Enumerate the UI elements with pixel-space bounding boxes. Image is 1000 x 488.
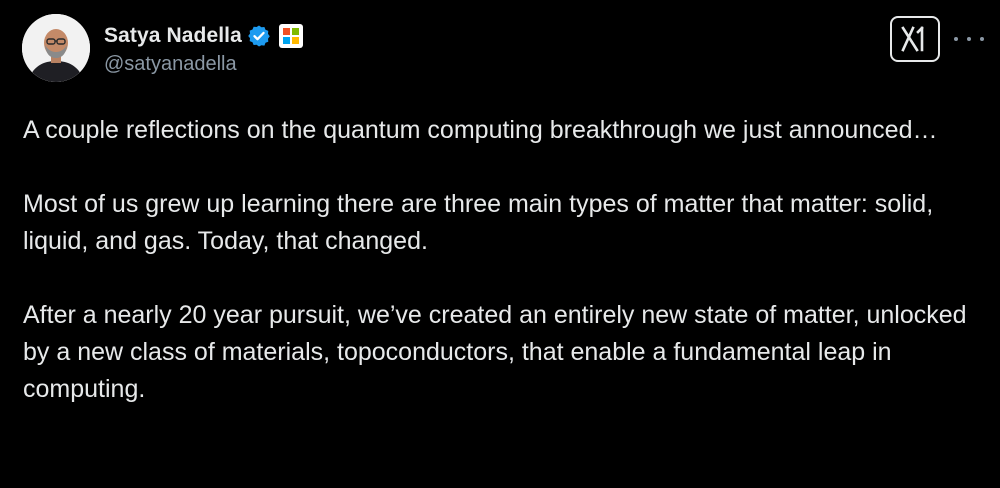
x-logo-icon[interactable]	[890, 16, 940, 62]
tweet-paragraph: A couple reflections on the quantum comp…	[23, 116, 938, 144]
tweet-text: A couple reflections on the quantum comp…	[23, 112, 973, 408]
author-info: Satya Nadella @satyanadella	[104, 21, 303, 76]
avatar-image	[22, 14, 90, 82]
microsoft-logo-icon[interactable]	[278, 23, 303, 48]
tweet-card: Satya Nadella @satyanadella A couple ref…	[0, 0, 1000, 488]
tweet-actions-top	[890, 16, 984, 62]
more-options-icon[interactable]	[954, 29, 984, 49]
author-handle[interactable]: @satyanadella	[104, 53, 303, 76]
tweet-header: Satya Nadella @satyanadella	[22, 12, 303, 84]
author-display-name[interactable]: Satya Nadella	[104, 24, 242, 48]
verified-check-icon[interactable]	[247, 24, 271, 48]
tweet-paragraph: Most of us grew up learning there are th…	[23, 190, 934, 255]
tweet-paragraph: After a nearly 20 year pursuit, we’ve cr…	[23, 301, 967, 403]
avatar[interactable]	[22, 14, 90, 82]
name-row: Satya Nadella	[104, 21, 303, 51]
